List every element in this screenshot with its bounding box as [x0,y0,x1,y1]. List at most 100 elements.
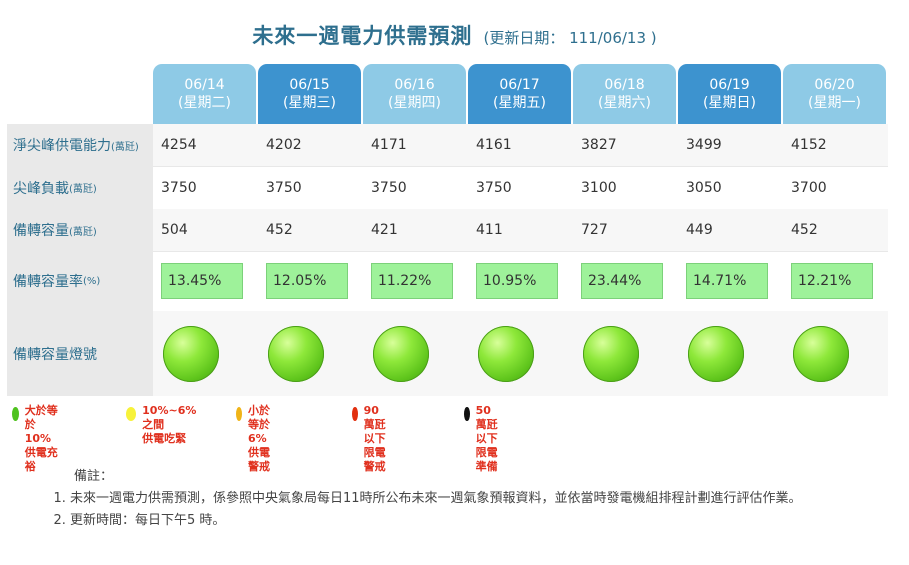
weekday-label: (星期五) [493,95,546,111]
date-header: 06/16 (星期四) [363,64,466,124]
weekday-label: (星期四) [388,95,441,111]
date-header: 06/14 (星期二) [153,64,256,124]
cell-light [258,311,363,396]
cell-rate: 13.45% [153,251,258,311]
date-label: 06/19 [709,77,750,93]
date-label: 06/17 [499,77,540,93]
row-reserve: 備轉容量 (萬瓩) 504 452 421 411 727 449 452 [7,209,888,252]
row-label-load: 尖峰負載 (萬瓩) [7,166,153,209]
cell-light [573,311,678,396]
row-label-light: 備轉容量燈號 [7,311,153,396]
legend-line2: 供電吃緊 [142,432,187,445]
reserve-rate-box: 14.71% [686,263,768,299]
legend-dot-icon [464,407,470,421]
cell-light [363,311,468,396]
legend-text: 10%~6% 之間 供電吃緊 [142,404,200,446]
cell-reserve: 504 [153,209,258,251]
legend-line1: 小於等於6% [247,404,270,445]
cell-load: 3100 [581,179,617,196]
cell-light [468,311,573,396]
notes: 備註： 未來一週電力供需預測，係參照中央氣象局每日11時所公布未來一週氣象預報資… [52,466,870,532]
legend-text: 90萬瓩以下 限電警戒 [364,404,388,474]
cell-capacity: 4171 [363,124,468,166]
cell-load: 3750 [266,179,302,196]
row-load: 尖峰負載 (萬瓩) 3750 3750 3750 3750 3100 3050 3700 [7,166,888,210]
cell-reserve: 452 [783,209,888,251]
row-label-reserve: 備轉容量 (萬瓩) [7,209,153,251]
note-item: 更新時間：每日下午5 時。 [70,510,870,532]
date-label: 06/16 [394,77,435,93]
date-label: 06/15 [289,77,330,93]
reserve-rate-box: 12.21% [791,263,873,299]
page-title: 未來一週電力供需預測 (更新日期： 111/06/13 ) [0,20,909,50]
weekday-label: (星期日) [703,95,756,111]
cell-load: 3750 [161,179,197,196]
legend-text: 小於等於6% 供電警戒 [248,404,275,474]
legend-item: 大於等於10% 供電充裕 [12,404,58,474]
notes-heading: 備註： [74,469,114,484]
green-light-icon [583,325,639,382]
row-rate: 備轉容量率 (%) 13.45% 12.05% 11.22% 10.95% 23.44% 1… [7,251,888,312]
date-header-row: 06/14 (星期二) 06/15 (星期三) 06/16 (星期四) 06/17 (星期五)… [153,64,888,124]
weekday-label: (星期三) [283,95,336,111]
cell-capacity: 3827 [573,124,678,166]
reserve-rate-box: 13.45% [161,263,243,299]
date-header: 06/18 (星期六) [573,64,676,124]
reserve-rate-box: 11.22% [371,263,453,299]
legend-item: 10%~6% 之間 供電吃緊 [126,404,200,446]
green-light-icon [478,325,534,382]
cell-light [153,311,258,396]
cell-load: 3050 [686,179,722,196]
legend-text: 大於等於10% 供電充裕 [25,404,59,474]
cell-light [678,311,783,396]
cell-rate: 12.05% [258,251,363,311]
legend-line1: 90萬瓩以下 [363,404,386,445]
date-header: 06/15 (星期三) [258,64,361,124]
cell-capacity: 3499 [678,124,783,166]
cell-rate: 11.22% [363,251,468,311]
date-header: 06/19 (星期日) [678,64,781,124]
green-light-icon [373,325,429,382]
row-label-rate: 備轉容量率 (%) [7,251,153,311]
row-light: 備轉容量燈號 [7,311,888,396]
legend-line1: 50萬瓩以下 [475,404,498,445]
note-item: 未來一週電力供需預測，係參照中央氣象局每日11時所公布未來一週氣象預報資料，並依… [70,488,870,510]
cell-load: 3700 [791,179,827,196]
green-light-icon [793,325,849,382]
legend-dot-icon [126,407,137,421]
green-light-icon [688,325,744,382]
reserve-rate-box: 10.95% [476,263,558,299]
update-date: (更新日期： 111/06/13 ) [483,29,657,47]
cell-reserve: 449 [678,209,783,251]
date-header: 06/20 (星期一) [783,64,886,124]
cell-rate: 10.95% [468,251,573,311]
legend-item: 90萬瓩以下 限電警戒 [352,404,387,474]
legend-line1: 10%~6% 之間 [142,404,197,431]
weekday-label: (星期一) [808,95,861,111]
cell-capacity: 4202 [258,124,363,166]
date-header: 06/17 (星期五) [468,64,571,124]
legend-item: 50萬瓩以下 限電準備 [464,404,499,474]
date-label: 06/20 [814,77,855,93]
legend-dot-icon [12,407,19,421]
cell-capacity: 4152 [783,124,888,166]
cell-capacity: 4161 [468,124,573,166]
cell-rate: 14.71% [678,251,783,311]
cell-rate: 12.21% [783,251,888,311]
legend-dot-icon [352,407,358,421]
legend-dot-icon [236,407,242,421]
legend-item: 小於等於6% 供電警戒 [236,404,275,474]
reserve-rate-box: 12.05% [266,263,348,299]
cell-reserve: 421 [363,209,468,251]
row-label-capacity: 淨尖峰供電能力 (萬瓩) [7,124,153,166]
cell-capacity: 4254 [153,124,258,166]
cell-load: 3750 [476,179,512,196]
reserve-rate-box: 23.44% [581,263,663,299]
row-capacity: 淨尖峰供電能力 (萬瓩) 4254 4202 4171 4161 3827 3499 4152 [7,124,888,167]
cell-rate: 23.44% [573,251,678,311]
cell-reserve: 727 [573,209,678,251]
weekday-label: (星期六) [598,95,651,111]
green-light-icon [268,325,324,382]
cell-light [783,311,888,396]
title-main: 未來一週電力供需預測 [252,24,473,48]
